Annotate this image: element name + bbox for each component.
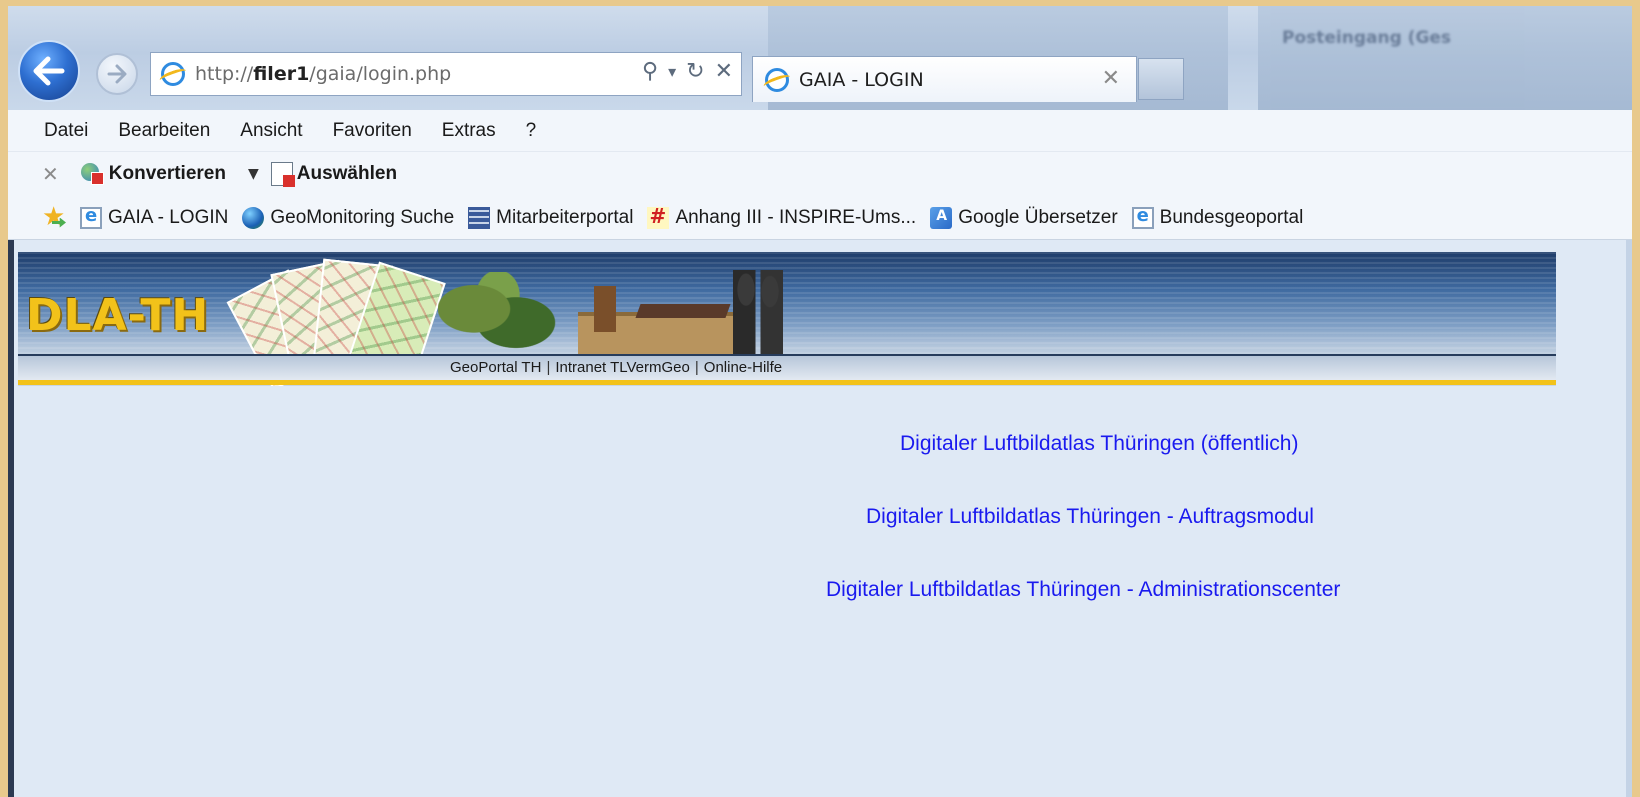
- menu-favoriten[interactable]: Favoriten: [333, 120, 412, 142]
- favorite-label: Mitarbeiterportal: [496, 206, 634, 228]
- add-favorite-icon[interactable]: [42, 202, 68, 232]
- close-toolbar-icon[interactable]: ✕: [42, 162, 59, 186]
- stop-icon[interactable]: ✕: [715, 59, 733, 84]
- trees-image: [438, 272, 558, 364]
- ie-page-icon: [80, 205, 102, 229]
- favorites-bar: GAIA - LOGIN GeoMonitoring Suche Mitarbe…: [8, 196, 1632, 240]
- refresh-icon[interactable]: ↻: [686, 59, 704, 84]
- menu-bar: Datei Bearbeiten Ansicht Favoriten Extra…: [8, 110, 1632, 152]
- nav-geoportal-th[interactable]: GeoPortal TH: [450, 359, 541, 376]
- select-label: Auswählen: [296, 163, 398, 184]
- window-edge: [8, 240, 14, 797]
- page-content: DLA-TH GeoPortal TH | Intranet TLVermGeo | O…: [8, 240, 1632, 797]
- menu-bearbeiten[interactable]: Bearbeiten: [118, 120, 210, 142]
- arrow-left-icon: [33, 56, 65, 86]
- menu-help[interactable]: ?: [526, 120, 537, 142]
- background-window-mail: Posteingang (Ges: [1258, 6, 1632, 110]
- browser-window: Posteingang (Ges http://filer1/gaia/logi…: [8, 6, 1632, 797]
- close-icon[interactable]: ✕: [1102, 66, 1120, 91]
- hash-icon: [647, 204, 670, 229]
- link-public-atlas[interactable]: Digitaler Luftbildatlas Thüringen (öffen…: [900, 432, 1298, 456]
- banner-underline: [18, 380, 1556, 385]
- link-admin-center[interactable]: Digitaler Luftbildatlas Thüringen - Admi…: [826, 578, 1340, 602]
- favorite-label: Google Übersetzer: [958, 206, 1118, 228]
- forward-button[interactable]: [96, 53, 138, 95]
- window-edge-right: [1626, 240, 1632, 797]
- nav-intranet[interactable]: Intranet TLVermGeo: [555, 359, 690, 376]
- tab-title: GAIA - LOGIN: [799, 68, 924, 91]
- arrow-right-icon: [107, 64, 127, 84]
- favorite-mitarbeiterportal[interactable]: Mitarbeiterportal: [468, 206, 634, 229]
- convert-label: Konvertieren: [108, 163, 226, 184]
- address-bar[interactable]: http://filer1/gaia/login.php ⚲ ▾ ↻ ✕: [150, 52, 742, 96]
- menu-ansicht[interactable]: Ansicht: [240, 120, 302, 142]
- translate-icon: [930, 206, 953, 229]
- favorite-google-translate[interactable]: Google Übersetzer: [930, 206, 1118, 229]
- favorite-label: GAIA - LOGIN: [108, 206, 229, 228]
- nav-separator: |: [694, 359, 699, 376]
- pdf-select-icon: [270, 162, 295, 187]
- tab-gaia-login[interactable]: GAIA - LOGIN ✕: [752, 56, 1137, 102]
- background-window-title: Posteingang (Ges: [1282, 28, 1452, 48]
- title-bar: Posteingang (Ges http://filer1/gaia/logi…: [8, 6, 1632, 110]
- banner-navbar: GeoPortal TH | Intranet TLVermGeo | Online-H…: [18, 354, 1556, 382]
- search-icon[interactable]: ⚲: [642, 59, 658, 84]
- ie-page-icon: [161, 62, 185, 86]
- pdf-toolbar: ✕ Konvertieren ▼ Auswählen: [8, 152, 1632, 196]
- new-tab-button[interactable]: [1138, 58, 1184, 100]
- castle-image: [568, 282, 748, 362]
- ie-tab-icon: [765, 67, 789, 92]
- nav-separator: |: [546, 359, 551, 376]
- banner-nav: GeoPortal TH | Intranet TLVermGeo | Online-H…: [450, 359, 782, 376]
- favorite-label: Bundesgeoportal: [1159, 206, 1304, 228]
- nav-online-hilfe[interactable]: Online-Hilfe: [704, 359, 782, 376]
- address-tools: ⚲ ▾ ↻ ✕: [642, 59, 733, 84]
- portal-icon: [468, 206, 491, 229]
- select-button[interactable]: Auswählen: [270, 162, 398, 187]
- back-button[interactable]: [18, 40, 80, 102]
- ie-page-icon: [1131, 205, 1154, 229]
- favorite-bundesgeoportal[interactable]: Bundesgeoportal: [1131, 205, 1304, 229]
- favorite-label: GeoMonitoring Suche: [270, 206, 455, 228]
- favorite-anhang-inspire[interactable]: Anhang III - INSPIRE-Ums...: [647, 204, 917, 229]
- chevron-down-icon[interactable]: ▾: [668, 62, 676, 81]
- favorite-gaia-login[interactable]: GAIA - LOGIN: [80, 205, 229, 229]
- convert-dropdown-icon[interactable]: ▼: [248, 166, 259, 182]
- menu-datei[interactable]: Datei: [44, 120, 88, 142]
- pdf-convert-icon: [80, 163, 105, 185]
- site-logo: DLA-TH: [26, 290, 210, 341]
- favorite-geomonitoring[interactable]: GeoMonitoring Suche: [242, 206, 455, 229]
- menu-extras[interactable]: Extras: [442, 120, 496, 142]
- convert-button[interactable]: Konvertieren: [80, 163, 226, 185]
- link-order-module[interactable]: Digitaler Luftbildatlas Thüringen - Auft…: [866, 505, 1314, 529]
- favorite-label: Anhang III - INSPIRE-Ums...: [675, 206, 917, 228]
- address-url[interactable]: http://filer1/gaia/login.php: [195, 63, 451, 85]
- globe-icon: [242, 206, 265, 229]
